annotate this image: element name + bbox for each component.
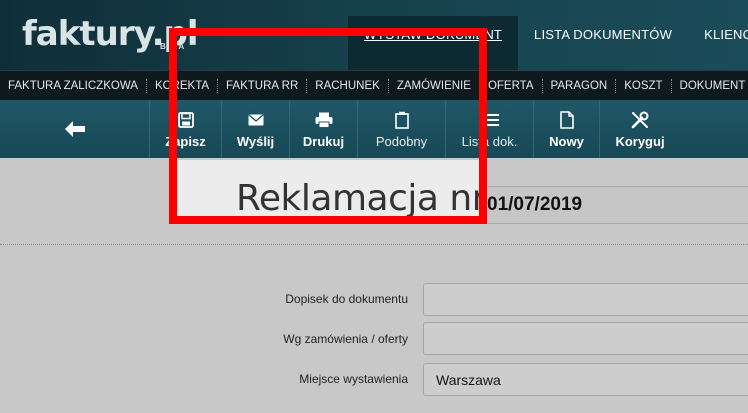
back-button[interactable] [0, 100, 150, 158]
divider [0, 244, 748, 245]
similar-button[interactable]: Podobny [358, 100, 446, 158]
doc-type-offer[interactable]: OFERTA [480, 78, 543, 93]
new-label: Nowy [549, 133, 584, 149]
copy-icon [394, 110, 409, 130]
tools-icon [631, 110, 649, 130]
arrow-left-icon [64, 119, 86, 139]
page-title: Reklamacja nr [236, 178, 487, 219]
save-label: Zapisz [165, 133, 206, 149]
doc-type-cost[interactable]: KOSZT [616, 78, 672, 93]
save-icon [177, 110, 194, 130]
correct-label: Koryguj [615, 133, 665, 149]
correct-button[interactable]: Koryguj [600, 100, 680, 158]
nav-issue-document[interactable]: WYSTAW DOKUMENT [348, 16, 519, 70]
print-button[interactable]: Drukuj [290, 100, 358, 158]
order-input[interactable] [423, 322, 748, 355]
save-button[interactable]: Zapisz [150, 100, 222, 158]
doc-type-rr-invoice[interactable]: FAKTURA RR [218, 78, 308, 93]
printer-icon [315, 110, 333, 130]
print-label: Drukuj [302, 133, 345, 149]
envelope-icon [248, 110, 264, 130]
logo-badge: BETA [160, 42, 186, 51]
new-document-icon [559, 110, 574, 130]
document-list-label: Lista dok. [461, 133, 518, 149]
doc-type-correction[interactable]: KOREKTA [147, 78, 219, 93]
new-button[interactable]: Nowy [534, 100, 600, 158]
top-nav: WYSTAW DOKUMENT LISTA DOKUMENTÓW KLIENCI [348, 16, 748, 70]
similar-label: Podobny [375, 133, 428, 149]
issue-place-label: Miejsce wystawienia [299, 372, 408, 386]
doc-type-order[interactable]: ZAMÓWIENIE [389, 78, 480, 93]
issue-place-input[interactable] [423, 363, 748, 396]
doc-type-bill[interactable]: RACHUNEK [307, 78, 389, 93]
document-list-button[interactable]: Lista dok. [446, 100, 534, 158]
document-number-field[interactable]: 01/07/2019 [482, 186, 748, 224]
document-types-nav: FAKTURA ZALICZKOWA KOREKTA FAKTURA RR RA… [0, 70, 748, 100]
nav-clients[interactable]: KLIENCI [688, 16, 748, 70]
top-header: faktury.pl BETA WYSTAW DOKUMENT LISTA DO… [0, 0, 748, 70]
order-label: Wg zamówienia / oferty [283, 332, 408, 346]
list-icon [480, 110, 499, 130]
send-label: Wyślij [236, 133, 275, 149]
doc-type-receipt[interactable]: PARAGON [543, 78, 617, 93]
document-toolbar: Zapisz Wyślij Drukuj Podobny Lista dok. … [0, 100, 748, 158]
doc-type-advance-invoice[interactable]: FAKTURA ZALICZKOWA [0, 78, 147, 93]
note-input[interactable] [423, 283, 748, 316]
nav-document-list[interactable]: LISTA DOKUMENTÓW [518, 16, 688, 70]
send-button[interactable]: Wyślij [222, 100, 290, 158]
doc-type-document[interactable]: DOKUMENT [672, 79, 748, 93]
note-label: Dopisek do dokumentu [285, 292, 408, 306]
